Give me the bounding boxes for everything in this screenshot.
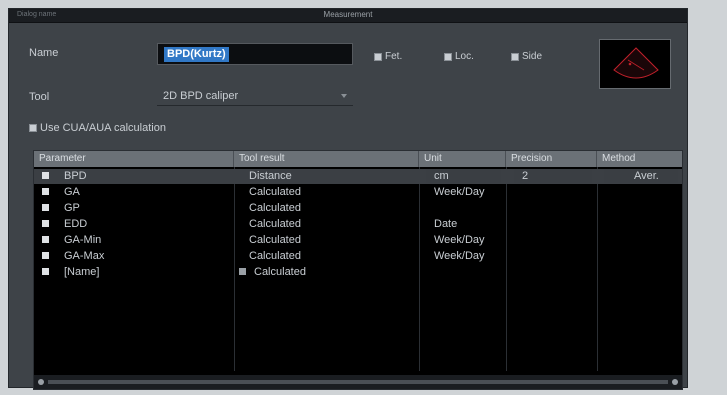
measurement-dialog: Dialog name Measurement Name BPD(Kurtz) … bbox=[8, 8, 688, 390]
ultrasound-sector-icon bbox=[613, 47, 659, 79]
cell-tool-result: Calculated bbox=[249, 250, 301, 262]
cell-parameter: GA bbox=[64, 186, 80, 198]
checkbox-loc-box[interactable] bbox=[444, 52, 452, 61]
cell-parameter: [Name] bbox=[64, 266, 100, 278]
cell-tool-result: Calculated bbox=[254, 266, 306, 278]
scroll-left-icon[interactable] bbox=[38, 379, 44, 385]
tool-dropdown[interactable]: 2D BPD caliper bbox=[157, 88, 353, 106]
column-header-tool-result[interactable]: Tool result bbox=[234, 151, 419, 167]
cell-tool-result: Calculated bbox=[249, 218, 301, 230]
checkbox-side[interactable]: Side bbox=[511, 51, 542, 62]
chevron-down-icon[interactable] bbox=[341, 94, 347, 98]
name-field[interactable]: BPD(Kurtz) bbox=[157, 43, 353, 65]
scroll-track[interactable] bbox=[48, 380, 668, 384]
horizontal-scrollbar[interactable] bbox=[34, 375, 682, 389]
row-checkbox[interactable] bbox=[42, 252, 49, 259]
column-header-method[interactable]: Method bbox=[597, 151, 682, 167]
use-calc-box[interactable] bbox=[29, 124, 37, 132]
row-checkbox[interactable] bbox=[42, 268, 49, 275]
cell-parameter: GA-Max bbox=[64, 250, 105, 262]
cell-parameter: BPD bbox=[64, 170, 87, 182]
cell-tool-result: Calculated bbox=[249, 186, 301, 198]
cell-unit: Week/Day bbox=[434, 234, 485, 246]
row-checkbox[interactable] bbox=[42, 204, 49, 211]
cell-tool-result: Calculated bbox=[249, 234, 301, 246]
cell-unit: cm bbox=[434, 170, 449, 182]
cell-tool-result: Distance bbox=[249, 170, 292, 182]
title-bar: Dialog name Measurement bbox=[9, 9, 687, 23]
table-header: Parameter Tool result Unit Precision Met… bbox=[34, 151, 682, 167]
checkbox-fet-label: Fet. bbox=[385, 51, 403, 62]
column-header-precision[interactable]: Precision bbox=[506, 151, 597, 167]
cell-unit: Week/Day bbox=[434, 186, 485, 198]
column-header-unit[interactable]: Unit bbox=[419, 151, 506, 167]
cell-unit: Week/Day bbox=[434, 250, 485, 262]
checkbox-fet[interactable]: Fet. bbox=[374, 51, 402, 62]
table-row[interactable]: GA-Max Calculated Week/Day bbox=[34, 249, 682, 264]
use-calc-label: Use CUA/AUA calculation bbox=[40, 122, 166, 134]
checkbox-fet-box[interactable] bbox=[374, 52, 382, 61]
name-value: BPD(Kurtz) bbox=[164, 47, 229, 62]
table-row[interactable]: GA Calculated Week/Day bbox=[34, 185, 682, 200]
table-row[interactable]: GP Calculated bbox=[34, 201, 682, 216]
dialog-title: Measurement bbox=[323, 10, 373, 19]
table-row[interactable]: EDD Calculated Date bbox=[34, 217, 682, 232]
name-label: Name bbox=[29, 47, 59, 59]
row-checkbox[interactable] bbox=[42, 220, 49, 227]
row-checkbox[interactable] bbox=[42, 188, 49, 195]
cell-unit: Date bbox=[434, 218, 458, 230]
table-row[interactable]: [Name] Calculated bbox=[34, 265, 682, 280]
probe-preview-thumbnail bbox=[599, 39, 671, 89]
tool-label: Tool bbox=[29, 91, 50, 103]
cell-parameter: EDD bbox=[64, 218, 88, 230]
cell-parameter: GP bbox=[64, 202, 80, 214]
tool-result-checkbox[interactable] bbox=[239, 268, 246, 275]
cell-method: Aver. bbox=[634, 170, 659, 182]
checkbox-loc-label: Loc. bbox=[455, 51, 474, 62]
cell-parameter: GA-Min bbox=[64, 234, 102, 246]
column-header-parameter[interactable]: Parameter bbox=[34, 151, 234, 167]
checkbox-side-label: Side bbox=[522, 51, 543, 62]
tool-value: 2D BPD caliper bbox=[163, 90, 239, 102]
cell-tool-result: Calculated bbox=[249, 202, 301, 214]
checkbox-loc[interactable]: Loc. bbox=[444, 51, 474, 62]
table-row[interactable]: BPD Distance cm 2 Aver. bbox=[34, 169, 682, 184]
use-calc-checkbox[interactable]: Use CUA/AUA calculation bbox=[29, 122, 166, 134]
row-checkbox[interactable] bbox=[42, 236, 49, 243]
parameter-table: Parameter Tool result Unit Precision Met… bbox=[33, 150, 683, 390]
scroll-right-icon[interactable] bbox=[672, 379, 678, 385]
cell-precision: 2 bbox=[522, 170, 529, 182]
row-checkbox[interactable] bbox=[42, 172, 49, 179]
checkbox-side-box[interactable] bbox=[511, 52, 519, 61]
table-row[interactable]: GA-Min Calculated Week/Day bbox=[34, 233, 682, 248]
